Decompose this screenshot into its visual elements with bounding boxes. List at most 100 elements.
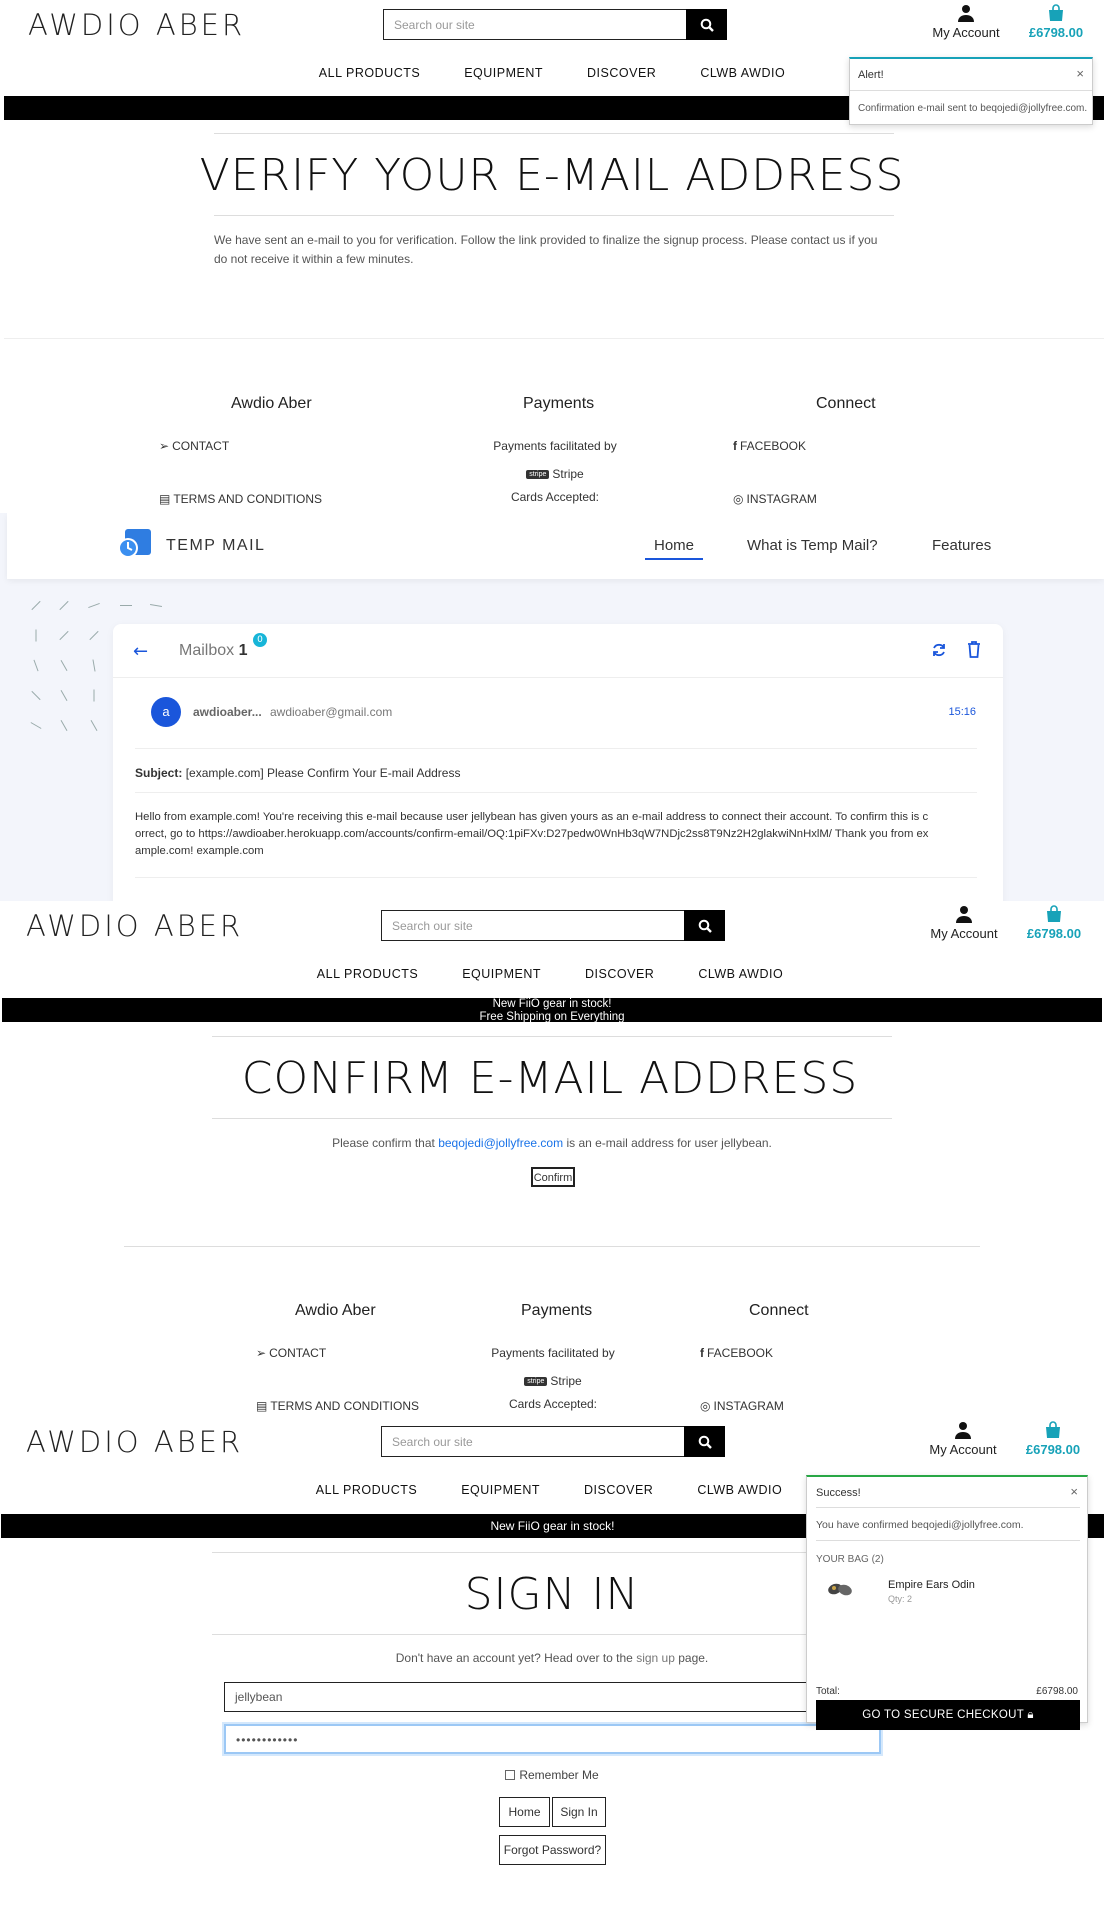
- subject-label: Subject:: [135, 766, 183, 780]
- facebook-label: FACEBOOK: [707, 1346, 774, 1360]
- confirm-message: Please confirm that beqojedi@jollyfree.c…: [0, 1134, 1104, 1153]
- received-time: 15:16: [948, 706, 976, 718]
- confirm-email-link[interactable]: beqojedi@jollyfree.com: [438, 1136, 563, 1150]
- paper-plane-icon: ➢: [159, 439, 170, 453]
- verify-email-screenshot: AWDIO ABER Search our site My Account £6…: [0, 0, 1104, 513]
- cards-accepted: Cards Accepted:: [508, 1397, 598, 1411]
- divider: [212, 1552, 892, 1553]
- my-account-label: My Account: [929, 1442, 997, 1457]
- remember-me-checkbox[interactable]: [505, 1770, 516, 1780]
- nav-all-products[interactable]: ALL PRODUCTS: [316, 1483, 417, 1497]
- tm-nav-features[interactable]: Features: [932, 537, 991, 554]
- confirm-button[interactable]: Confirm: [531, 1167, 575, 1187]
- instagram-icon: ◎: [700, 1399, 711, 1413]
- total-value: £6798.00: [1036, 1686, 1078, 1697]
- nav-discover[interactable]: DISCOVER: [587, 66, 656, 80]
- footer-contact-link[interactable]: ➢ CONTACT: [256, 1346, 326, 1360]
- my-account-link[interactable]: My Account: [928, 4, 1004, 40]
- search-button[interactable]: [684, 1426, 725, 1457]
- trash-icon[interactable]: [967, 641, 981, 658]
- search-button[interactable]: [684, 910, 725, 941]
- main-nav: ALL PRODUCTS EQUIPMENT DISCOVER CLWB AWDIO: [0, 967, 1102, 981]
- sign-in-screenshot: AWDIO ABER Search our site My Account £6…: [0, 1417, 1104, 1931]
- mailbox-label: Mailbox 1: [179, 642, 248, 660]
- store-logo[interactable]: AWDIO ABER: [28, 8, 245, 42]
- nav-all-products[interactable]: ALL PRODUCTS: [319, 66, 420, 80]
- payments-text: Payments facilitated by: [491, 1346, 615, 1360]
- remember-me-label[interactable]: Remember Me: [519, 1768, 598, 1782]
- bag-total: £6798.00: [1025, 1442, 1081, 1457]
- page-title: VERIFY YOUR E-MAIL ADDRESS: [199, 150, 905, 201]
- bag-link[interactable]: £6798.00: [1018, 905, 1090, 941]
- success-title: Success!: [816, 1487, 861, 1499]
- divider: [212, 1634, 892, 1635]
- search-input[interactable]: Search our site: [381, 1426, 684, 1457]
- footer-instagram-link[interactable]: ◎ INSTAGRAM: [733, 492, 817, 506]
- temp-mail-screenshot: TEMP MAIL Home What is Temp Mail? Featur…: [0, 513, 1104, 901]
- forgot-password-button[interactable]: Forgot Password?: [499, 1835, 606, 1865]
- search-button[interactable]: [686, 9, 727, 40]
- footer-title-payments: Payments: [521, 1302, 593, 1319]
- divider: [212, 1118, 892, 1119]
- footer-terms-link[interactable]: ▤ TERMS AND CONDITIONS: [256, 1399, 419, 1413]
- home-button[interactable]: Home: [499, 1797, 550, 1827]
- store-logo[interactable]: AWDIO ABER: [26, 909, 243, 943]
- mail-card: ← Mailbox 1 0 a awdioaber... awdioaber@g…: [113, 624, 1003, 901]
- bag-link[interactable]: £6798.00: [1020, 4, 1092, 40]
- payments-text: Payments facilitated by: [493, 439, 617, 453]
- user-icon: [955, 1422, 971, 1439]
- stripe-label: stripe Stripe: [453, 1374, 653, 1388]
- mail-body-link-line[interactable]: orrect, go to https://awdioaber.herokuap…: [135, 826, 980, 843]
- my-account-link[interactable]: My Account: [925, 1421, 1001, 1457]
- tempmail-brand[interactable]: TEMP MAIL: [166, 537, 265, 555]
- tm-nav-home[interactable]: Home: [654, 537, 694, 554]
- search-input[interactable]: Search our site: [383, 9, 686, 40]
- refresh-icon[interactable]: [931, 642, 947, 658]
- subject-text: [example.com] Please Confirm Your E-mail…: [185, 766, 461, 780]
- footer-contact-link[interactable]: ➢ CONTACT: [159, 439, 229, 453]
- store-logo[interactable]: AWDIO ABER: [26, 1425, 243, 1459]
- stripe-text: Stripe: [550, 1374, 582, 1388]
- nav-discover[interactable]: DISCOVER: [584, 1483, 653, 1497]
- username-input[interactable]: jellybean: [224, 1682, 881, 1712]
- facebook-icon: f: [733, 439, 737, 453]
- nav-discover[interactable]: DISCOVER: [585, 967, 654, 981]
- bag-heading: YOUR BAG (2): [816, 1554, 884, 1565]
- paper-plane-icon: ➢: [256, 1346, 267, 1360]
- mailbox-text: Mailbox: [179, 642, 235, 659]
- nav-all-products[interactable]: ALL PRODUCTS: [317, 967, 418, 981]
- close-icon[interactable]: ×: [1076, 66, 1084, 81]
- divider: [135, 748, 977, 749]
- footer-instagram-link[interactable]: ◎ INSTAGRAM: [700, 1399, 784, 1413]
- signup-link[interactable]: sign up: [636, 1651, 675, 1665]
- footer-facebook-link[interactable]: f FACEBOOK: [733, 439, 806, 453]
- footer-facebook-link[interactable]: f FACEBOOK: [700, 1346, 773, 1360]
- divider: [113, 677, 1003, 678]
- total-label: Total:: [816, 1686, 840, 1697]
- bag-link[interactable]: £6798.00: [1017, 1421, 1089, 1457]
- search-input[interactable]: Search our site: [381, 910, 684, 941]
- back-arrow-icon[interactable]: ←: [133, 641, 148, 662]
- user-icon: [956, 906, 972, 923]
- close-icon[interactable]: ×: [1070, 1484, 1078, 1499]
- cart-item-name[interactable]: Empire Ears Odin: [888, 1579, 975, 1591]
- password-input[interactable]: ••••••••••••: [224, 1724, 881, 1754]
- tm-nav-what-is[interactable]: What is Temp Mail?: [747, 537, 878, 554]
- nav-clwb-awdio[interactable]: CLWB AWDIO: [698, 967, 783, 981]
- search-bar: Search our site: [381, 910, 725, 941]
- divider: [212, 1036, 892, 1037]
- terms-label: TERMS AND CONDITIONS: [270, 1399, 420, 1413]
- nav-clwb-awdio[interactable]: CLWB AWDIO: [697, 1483, 782, 1497]
- contact-label: CONTACT: [269, 1346, 327, 1360]
- nav-clwb-awdio[interactable]: CLWB AWDIO: [700, 66, 785, 80]
- sign-in-button[interactable]: Sign In: [552, 1797, 606, 1827]
- nav-equipment[interactable]: EQUIPMENT: [464, 66, 543, 80]
- cart-item-qty: Qty: 2: [888, 1594, 913, 1604]
- divider: [214, 133, 894, 134]
- nav-equipment[interactable]: EQUIPMENT: [461, 1483, 540, 1497]
- nav-equipment[interactable]: EQUIPMENT: [462, 967, 541, 981]
- contact-label: CONTACT: [172, 439, 230, 453]
- footer-terms-link[interactable]: ▤ TERMS AND CONDITIONS: [159, 492, 322, 506]
- secure-checkout-button[interactable]: GO TO SECURE CHECKOUT 🔒︎: [816, 1700, 1080, 1730]
- my-account-link[interactable]: My Account: [926, 905, 1002, 941]
